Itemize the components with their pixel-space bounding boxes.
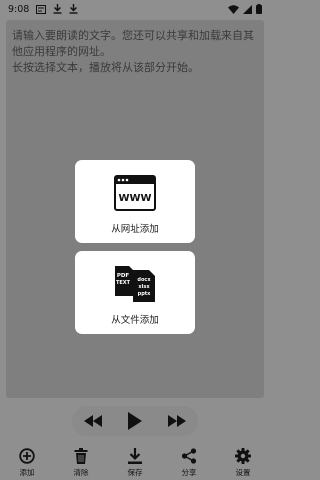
add-from-file-card[interactable]: PDF TEXT docx xlsx pptx 从文件添加 <box>75 251 195 334</box>
svg-text:pptx: pptx <box>138 291 152 297</box>
svg-text:docx: docx <box>137 277 151 283</box>
add-button[interactable]: 添加 <box>2 447 52 478</box>
svg-text:TEXT: TEXT <box>116 280 131 286</box>
player-controls <box>72 406 198 436</box>
bottom-toolbar: 添加 清除 保存 分享 设置 <box>0 444 270 480</box>
share-label: 分享 <box>181 468 197 477</box>
add-from-url-card[interactable]: WWW 从网址添加 <box>75 160 195 243</box>
text-input-placeholder: 请输入要朗读的文字。您还可以共享和加载来自其他应用程序的网址。 长按选择文本，播… <box>12 29 254 74</box>
web-page-icon: WWW <box>114 173 156 213</box>
status-time: 9:08 <box>8 3 30 15</box>
svg-text:xlsx: xlsx <box>138 284 150 290</box>
status-bar: 9:08 <box>0 0 270 18</box>
svg-text:WWW: WWW <box>118 193 151 204</box>
play-icon[interactable] <box>128 412 142 430</box>
share-icon <box>181 447 197 465</box>
add-circle-icon <box>19 447 35 465</box>
add-label: 添加 <box>19 468 35 477</box>
clear-button[interactable]: 清除 <box>56 447 106 478</box>
settings-label: 设置 <box>235 468 251 477</box>
rewind-icon[interactable] <box>84 415 102 427</box>
signal-icon <box>243 4 252 14</box>
save-label: 保存 <box>127 468 143 477</box>
save-button[interactable]: 保存 <box>110 447 160 478</box>
gear-icon <box>235 447 251 465</box>
add-from-file-label: 从文件添加 <box>111 315 159 326</box>
documents-icon: PDF TEXT docx xlsx pptx <box>113 264 157 304</box>
battery-icon <box>256 4 262 14</box>
wifi-icon <box>228 4 239 14</box>
clear-label: 清除 <box>73 468 89 477</box>
notification-icon <box>36 4 47 14</box>
trash-icon <box>74 447 88 465</box>
svg-text:PDF: PDF <box>117 273 130 279</box>
settings-button[interactable]: 设置 <box>218 447 268 478</box>
save-download-icon <box>128 447 142 465</box>
download-complete-icon <box>69 4 78 14</box>
add-from-url-label: 从网址添加 <box>111 224 159 235</box>
download-icon <box>53 4 62 14</box>
share-button[interactable]: 分享 <box>164 447 214 478</box>
fast-forward-icon[interactable] <box>168 415 186 427</box>
